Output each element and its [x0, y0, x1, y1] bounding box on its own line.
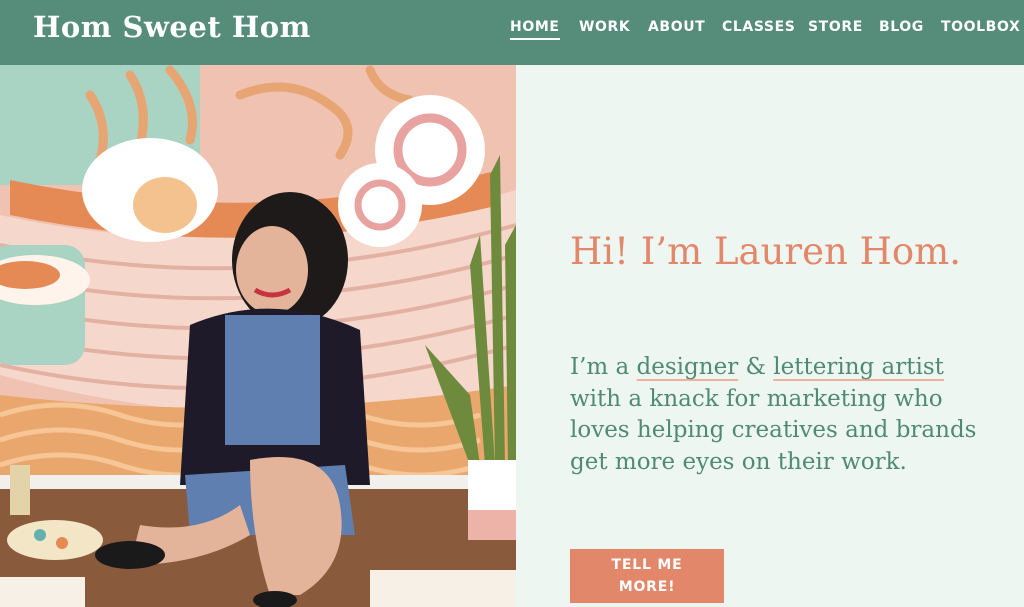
nav-about[interactable]: ABOUT: [648, 19, 705, 35]
tell-me-more-button[interactable]: TELL ME MORE!: [570, 549, 724, 603]
main-nav: HOME WORK ABOUT CLASSES STORE BLOG TOOLB…: [0, 19, 1024, 43]
hero-photo: [0, 65, 516, 607]
nav-work[interactable]: WORK: [579, 19, 630, 35]
nav-store[interactable]: STORE: [808, 19, 863, 35]
nav-toolbox[interactable]: TOOLBOX: [941, 19, 1020, 35]
intro-text-3: with a knack for marketing who loves hel…: [570, 385, 977, 475]
intro-highlight-lettering-artist: lettering artist: [773, 354, 944, 380]
hero-greeting: Hi! I’m Lauren Hom.: [570, 230, 961, 273]
nav-home[interactable]: HOME: [510, 19, 560, 40]
nav-blog[interactable]: BLOG: [879, 19, 924, 35]
site-header: Hom Sweet Hom HOME WORK ABOUT CLASSES ST…: [0, 0, 1024, 65]
nav-classes[interactable]: CLASSES: [722, 19, 795, 35]
intro-text-1: I’m a: [570, 354, 637, 380]
ramen-mural-illustration: [0, 65, 516, 607]
hero-intro: I’m a designer & lettering artist with a…: [570, 352, 1000, 478]
hero-text-panel: Hi! I’m Lauren Hom. I’m a designer & let…: [516, 65, 1024, 607]
intro-text-2: &: [738, 354, 774, 380]
intro-highlight-designer: designer: [636, 354, 739, 380]
